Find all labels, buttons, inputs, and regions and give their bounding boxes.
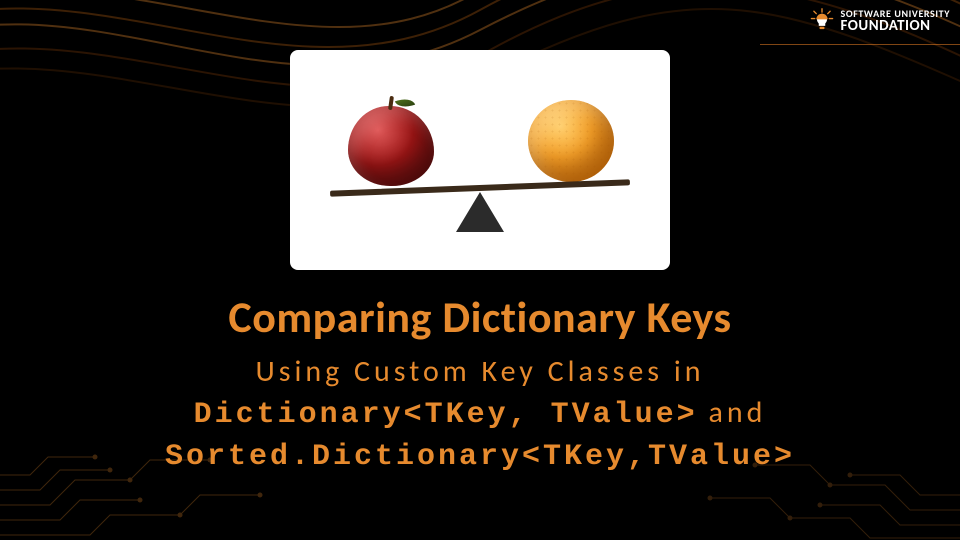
subtitle-code-1: Dictionary<TKey, TValue> bbox=[194, 398, 698, 432]
subtitle-line1: Using Custom Key Classes in bbox=[256, 353, 705, 390]
brand-logo: SOFTWARE UNIVERSITY FOUNDATION bbox=[809, 8, 951, 34]
subtitle-code-2: Sorted.Dictionary<TKey,TValue> bbox=[165, 440, 795, 474]
seesaw-pivot bbox=[456, 192, 504, 232]
logo-underline bbox=[760, 44, 960, 45]
slide-subtitle: Using Custom Key Classes in Dictionary<T… bbox=[0, 352, 960, 478]
orange-icon bbox=[528, 100, 614, 182]
apple-icon bbox=[348, 106, 434, 186]
slide-title: Comparing Dictionary Keys bbox=[0, 290, 960, 344]
hero-image bbox=[290, 50, 670, 270]
lightbulb-icon bbox=[809, 8, 835, 34]
subtitle-join: and bbox=[698, 394, 767, 431]
logo-text-bottom: FOUNDATION bbox=[841, 19, 951, 34]
